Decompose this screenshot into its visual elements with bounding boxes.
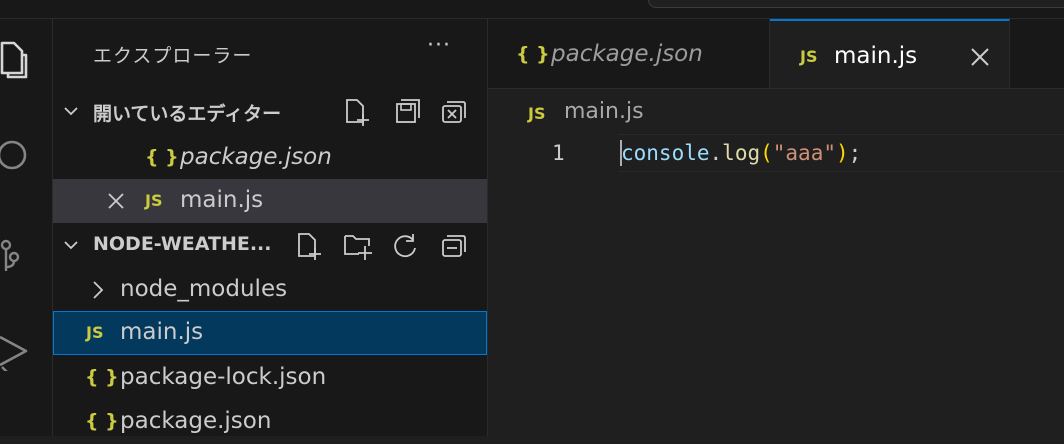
text-cursor bbox=[620, 140, 622, 166]
explorer-icon[interactable] bbox=[0, 39, 40, 79]
tab-label: main.js bbox=[834, 43, 918, 69]
js-file-icon: JS bbox=[800, 47, 818, 66]
explorer-sidebar: エクスプローラー ··· 開いているエディター { } package.json… bbox=[53, 19, 488, 436]
js-file-icon: JS bbox=[145, 191, 163, 210]
code-line[interactable]: console.log("aaa"); bbox=[621, 141, 861, 165]
json-file-icon: { } bbox=[145, 146, 179, 168]
save-all-icon[interactable] bbox=[391, 98, 421, 126]
editor-area: { } package.json JS main.js JS main.js 1… bbox=[488, 19, 1064, 436]
title-bar bbox=[0, 0, 1064, 19]
open-editor-item-main-js[interactable]: JS main.js bbox=[53, 179, 487, 223]
collapse-all-icon[interactable] bbox=[439, 232, 469, 260]
open-editor-label: main.js bbox=[180, 187, 264, 213]
tree-item-label: node_modules bbox=[120, 276, 288, 302]
tab-label: package.json bbox=[551, 41, 703, 67]
code-token-semicolon: ; bbox=[848, 141, 862, 165]
line-number: 1 bbox=[552, 141, 565, 165]
tree-item-main-js[interactable]: JS main.js bbox=[53, 311, 487, 355]
open-editor-label: package.json bbox=[180, 144, 332, 170]
code-token-close-paren: ) bbox=[835, 141, 849, 165]
explorer-title: エクスプローラー bbox=[93, 45, 253, 67]
js-file-icon: JS bbox=[528, 104, 546, 123]
tree-item-label: package-lock.json bbox=[120, 364, 327, 390]
new-folder-icon[interactable] bbox=[343, 232, 373, 260]
open-editor-item-package-json[interactable]: { } package.json bbox=[53, 136, 487, 180]
chevron-down-icon bbox=[64, 107, 78, 116]
chevron-right-icon bbox=[93, 281, 104, 299]
search-icon[interactable] bbox=[0, 135, 40, 175]
source-control-icon[interactable] bbox=[0, 235, 40, 275]
tree-item-label: package.json bbox=[120, 408, 272, 434]
refresh-icon[interactable] bbox=[391, 232, 421, 260]
tree-item-node-modules[interactable]: node_modules bbox=[53, 268, 487, 312]
json-file-icon: { } bbox=[85, 410, 119, 432]
new-untitled-file-icon[interactable] bbox=[343, 98, 373, 126]
chevron-down-icon bbox=[64, 241, 78, 250]
run-debug-icon[interactable] bbox=[0, 331, 40, 371]
code-token-dot: . bbox=[709, 141, 723, 165]
code-token-open-paren: ( bbox=[760, 141, 773, 165]
tree-item-package-lock-json[interactable]: { } package-lock.json bbox=[53, 356, 487, 400]
tree-item-label: main.js bbox=[120, 319, 204, 345]
open-editors-label: 開いているエディター bbox=[93, 103, 282, 125]
more-actions-icon[interactable]: ··· bbox=[427, 33, 451, 58]
close-all-editors-icon[interactable] bbox=[439, 98, 469, 126]
tab-package-json[interactable]: { } package.json bbox=[488, 19, 770, 88]
close-icon[interactable] bbox=[107, 192, 125, 210]
json-file-icon: { } bbox=[516, 43, 550, 65]
project-folder-header[interactable]: NODE-WEATHE... bbox=[53, 225, 487, 265]
code-token-method: log bbox=[722, 141, 761, 165]
project-folder-label: NODE-WEATHE... bbox=[93, 233, 272, 255]
editor-tab-bar: { } package.json JS main.js bbox=[488, 19, 1064, 89]
new-file-icon[interactable] bbox=[295, 232, 325, 260]
command-center[interactable] bbox=[648, 0, 1064, 8]
activity-bar bbox=[0, 19, 53, 436]
code-token-string: "aaa" bbox=[772, 141, 836, 165]
code-token-object: console bbox=[621, 141, 710, 165]
json-file-icon: { } bbox=[85, 366, 119, 388]
breadcrumb-file[interactable]: main.js bbox=[564, 99, 644, 124]
close-icon[interactable] bbox=[968, 45, 992, 69]
tab-main-js[interactable]: JS main.js bbox=[770, 19, 1010, 88]
tree-item-package-json[interactable]: { } package.json bbox=[53, 400, 487, 444]
open-editors-header[interactable]: 開いているエディター bbox=[53, 91, 487, 131]
js-file-icon: JS bbox=[86, 323, 104, 342]
